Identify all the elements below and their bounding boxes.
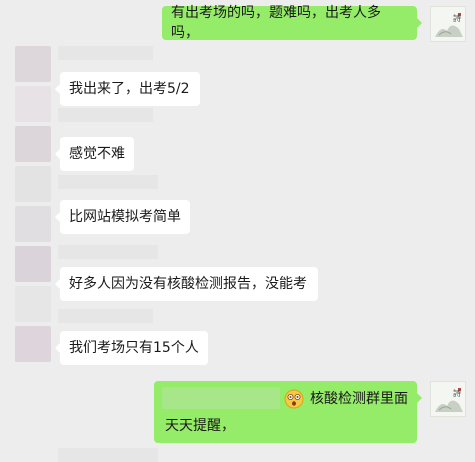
message-text: 比网站模拟考简单 — [69, 209, 181, 225]
message-text: 我出来了，出考5/2 — [69, 81, 190, 97]
avatar[interactable] — [15, 126, 51, 162]
sender-name-redacted — [58, 309, 153, 323]
self-avatar[interactable]: 詩 — [430, 381, 466, 417]
incoming-message-bubble[interactable]: 比网站模拟考简单 — [55, 200, 190, 234]
outgoing-message-bubble[interactable]: 核酸检测群里面 天天提醒， — [154, 381, 422, 443]
incoming-message-bubble[interactable]: 我们考场只有15个人 — [55, 331, 208, 365]
message-text-line2: 天天提醒， — [165, 418, 235, 434]
message-text: 好多人因为没有核酸检测报告，没能考 — [69, 276, 307, 292]
avatar[interactable] — [15, 246, 51, 282]
incoming-message-bubble[interactable]: 好多人因为没有核酸检测报告，没能考 — [55, 267, 318, 301]
ink-painting-icon: 詩 — [435, 13, 463, 37]
incoming-message-bubble[interactable]: 我出来了，出考5/2 — [55, 72, 200, 106]
sender-name-redacted — [58, 175, 158, 189]
avatar[interactable] — [15, 326, 51, 362]
message-text-redacted — [162, 387, 280, 409]
sender-name-redacted — [58, 448, 158, 462]
svg-text:詩: 詩 — [453, 388, 461, 398]
avatar[interactable] — [15, 46, 51, 82]
message-text: 我们考场只有15个人 — [69, 340, 199, 356]
avatar[interactable] — [15, 86, 51, 122]
self-avatar[interactable]: 詩 — [430, 6, 466, 42]
dizzy-face-emoji — [284, 389, 304, 409]
outgoing-message-bubble[interactable]: 有出考场的吗，题难吗，出考人多吗， — [162, 5, 422, 41]
avatar[interactable] — [15, 166, 51, 202]
avatar[interactable] — [15, 286, 51, 322]
sender-name-redacted — [58, 108, 153, 122]
avatar[interactable] — [15, 206, 51, 242]
message-text: 感觉不难 — [69, 146, 125, 162]
message-text: 有出考场的吗，题难吗，出考人多吗， — [171, 5, 381, 41]
ink-painting-icon: 詩 — [435, 388, 463, 412]
svg-text:詩: 詩 — [453, 13, 461, 23]
sender-name-redacted — [58, 46, 153, 60]
message-text: 核酸检测群里面 — [310, 391, 408, 407]
sender-name-redacted — [58, 245, 158, 259]
incoming-message-bubble[interactable]: 感觉不难 — [55, 137, 134, 171]
